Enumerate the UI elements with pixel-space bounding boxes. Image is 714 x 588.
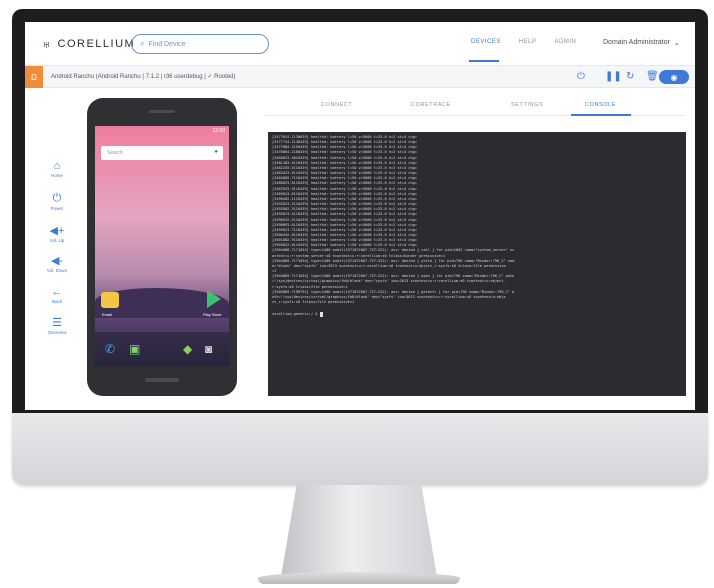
tab-active-indicator [571,114,631,116]
sidebar-item-label: Home [50,173,63,178]
console-output[interactable]: [3477624.1130639] healthd: battery l=50 … [268,132,686,396]
user-menu-label: Domain Administrator [603,39,670,46]
overview-icon: ☰ [52,317,62,329]
main-nav: DEVICES HELP ADMIN [471,39,576,45]
power-icon: ⏻ [52,192,62,204]
tab-console[interactable]: CONSOLE [585,102,616,108]
phone-app-icon[interactable]: ✆ [105,342,115,356]
device-title: Android Ranchu (Android Ranchu | 7.1.2 |… [51,74,236,80]
refresh-icon[interactable]: ↻ [626,71,634,82]
messages-app-icon[interactable]: ▣ [129,342,140,356]
device-controls-sidebar: ⌂ Home ⏻ Power ◀+ Vol. Up ◀- Vol. Down ←… [25,88,87,410]
home-icon: ⌂ [53,160,61,172]
camera-app-icon[interactable]: ◙ [205,342,212,356]
sidebar-item-volume-down[interactable]: ◀- Vol. Down [39,254,75,273]
monitor-chin [12,413,708,485]
back-icon: ← [51,286,63,298]
phone-status-bar: 12:00 [95,126,229,136]
sidebar-item-label: Vol. Down [46,268,68,273]
chevron-down-icon: ⌄ [673,40,680,47]
console-prompt-line[interactable]: corellium_generic:/ $ [272,311,682,317]
sidebar-item-label: Back [51,299,62,304]
device-tabs: CONNECT CORETRACE SETTINGS CONSOLE [265,94,685,116]
phone-home-bar [145,378,179,382]
sidebar-item-volume-up[interactable]: ◀+ Vol. Up [39,224,75,243]
email-app-label: Email [102,312,113,317]
search-icon: ⌕ [140,39,145,48]
microphone-icon: ● [214,149,218,155]
console-lines: [3477624.1130639] healthd: battery l=50 … [272,135,682,305]
tab-settings[interactable]: SETTINGS [511,102,543,108]
pause-icon[interactable]: ❚❚ [605,71,622,82]
monitor-screen: ♅ CORELLIUM ⌕ Find Device DEVICES HELP A… [25,22,695,410]
email-app-icon[interactable] [101,292,119,308]
nav-devices[interactable]: DEVICES [471,39,501,45]
android-badge-icon: Ω [25,66,43,88]
nav-help[interactable]: HELP [519,39,537,45]
nav-active-indicator [469,60,499,62]
volume-up-icon: ◀+ [49,225,65,237]
android-app-icon[interactable]: ◆ [183,342,192,356]
play-store-icon[interactable] [207,290,221,308]
phone-search-placeholder: Search [107,150,123,156]
sidebar-item-overview[interactable]: ☰ Overview [39,316,75,335]
sidebar-item-label: Vol. Up [49,238,65,243]
phone-search-bar[interactable]: Search ● [101,146,223,160]
phone-speaker [149,110,175,113]
console-cursor [319,311,323,317]
find-device-search[interactable]: ⌕ Find Device [131,34,269,54]
sidebar-item-back[interactable]: ← Back [39,286,75,304]
sidebar-item-label: Overview [47,330,67,335]
app-logo[interactable]: ♅ CORELLIUM [41,36,135,52]
phone-dock: ✆ ▣ ◆ ◙ [95,332,229,366]
tab-connect[interactable]: CONNECT [321,102,352,108]
tab-coretrace[interactable]: CORETRACE [411,102,451,108]
eye-icon[interactable]: ◉ [659,70,689,84]
monitor-stand-foot [258,572,460,584]
play-store-label: Play Store [203,312,222,317]
phone-clock: 12:00 [212,128,225,134]
sidebar-item-label: Power [50,206,64,211]
sidebar-item-power[interactable]: ⏻ Power [39,192,75,211]
user-menu[interactable]: Domain Administrator ⌄ [603,39,680,47]
corellium-logo-icon: ♅ [41,36,52,52]
phone-screen[interactable]: 12:00 Search ● Email Play Store ✆ ▣ ◆ ◙ [95,126,229,366]
logo-text: CORELLIUM [57,38,136,50]
trash-icon[interactable]: 🗑 [646,71,659,82]
device-bar: Ω Android Ranchu (Android Ranchu | 7.1.2… [25,66,695,88]
power-icon[interactable]: ⏻ [577,71,585,82]
monitor-stand-neck [281,485,437,577]
volume-down-icon: ◀- [50,255,64,267]
console-prompt: corellium_generic:/ $ [272,312,320,317]
top-navigation-bar: ♅ CORELLIUM ⌕ Find Device DEVICES HELP A… [25,22,695,66]
nav-admin[interactable]: ADMIN [555,39,577,45]
sidebar-item-home[interactable]: ⌂ Home [39,160,75,178]
virtual-phone: 12:00 Search ● Email Play Store ✆ ▣ ◆ ◙ [87,98,237,396]
search-placeholder: Find Device [148,40,186,48]
console-log-line: ct_r:sysfs:s0 tclass=file permissive=1 [272,300,355,304]
